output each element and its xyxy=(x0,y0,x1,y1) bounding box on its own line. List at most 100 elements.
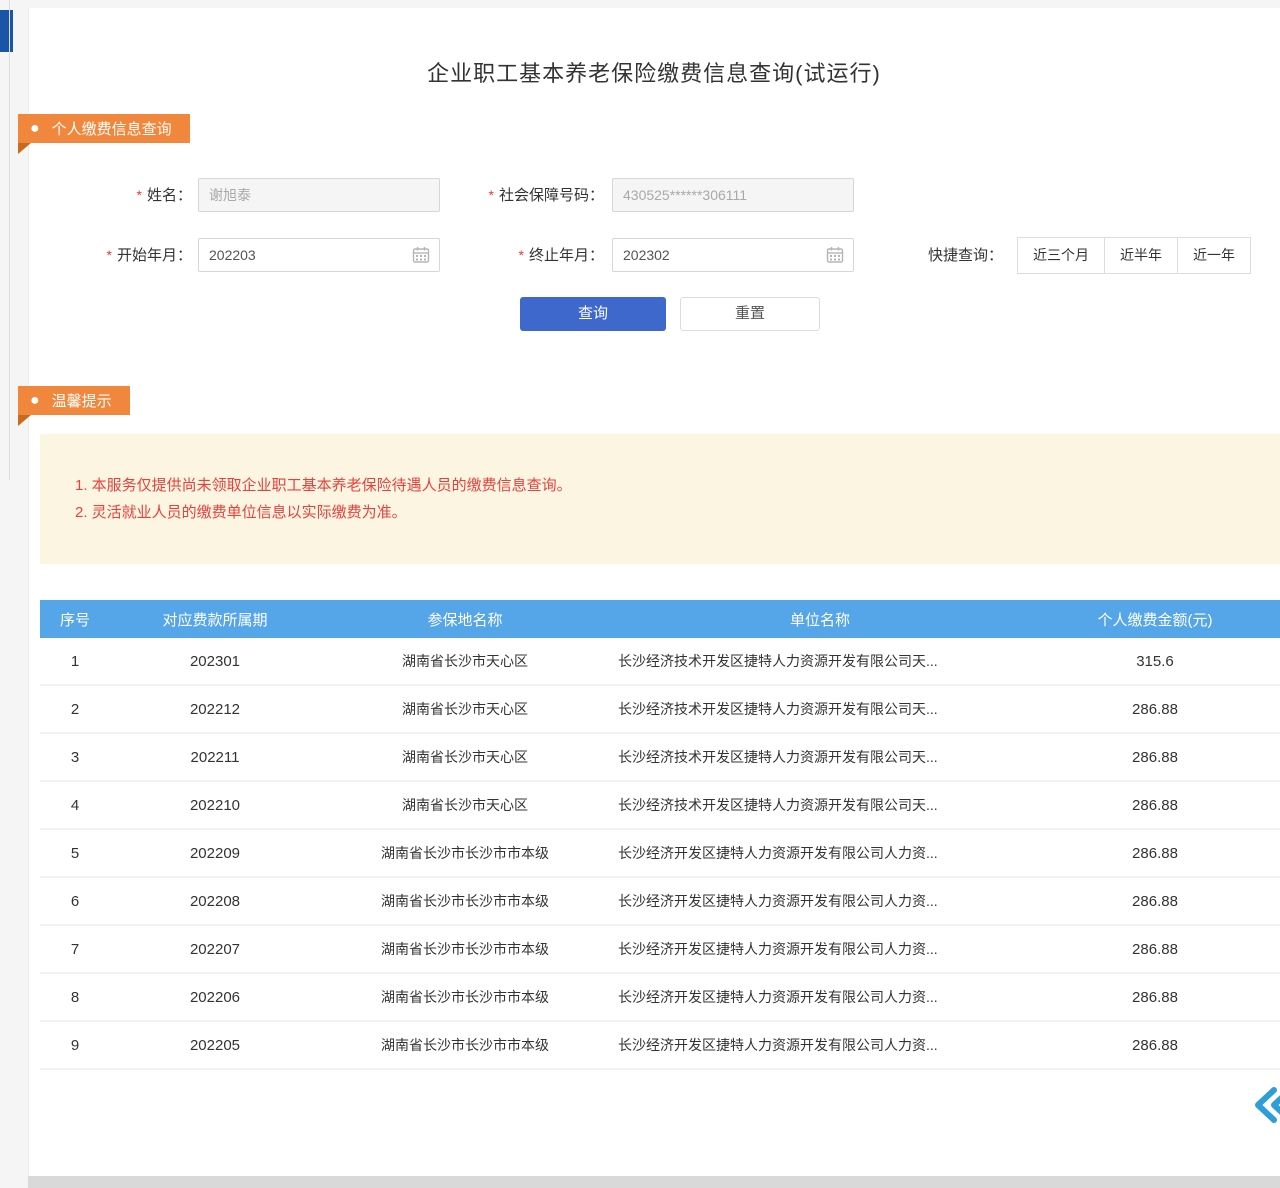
notice-line: 2. 灵活就业人员的缴费单位信息以实际缴费为准。 xyxy=(75,499,1280,526)
table-cell: 长沙经济技术开发区捷特人力资源开发有限公司天... xyxy=(610,747,1030,767)
table-cell: 286.88 xyxy=(1030,749,1280,766)
header-cell: 对应费款所属期 xyxy=(110,609,320,630)
required-asterisk: * xyxy=(107,247,112,263)
ribbon-fold xyxy=(18,415,31,426)
quick-range-button[interactable]: 近三个月 xyxy=(1017,237,1105,274)
notice-line: 1. 本服务仅提供尚未领取企业职工基本养老保险待遇人员的缴费信息查询。 xyxy=(75,472,1280,499)
table-cell: 202205 xyxy=(110,1037,320,1054)
quick-query-group: 近三个月近半年近一年 xyxy=(1018,237,1251,274)
required-asterisk: * xyxy=(137,187,142,203)
section-label: 温馨提示 xyxy=(52,390,112,411)
page: 企业职工基本养老保险缴费信息查询(试运行) ● 个人缴费信息查询 *姓名： *社… xyxy=(0,0,1280,1188)
table-cell: 286.88 xyxy=(1030,797,1280,814)
page-title: 企业职工基本养老保险缴费信息查询(试运行) xyxy=(28,56,1280,88)
double-chevron-left-icon[interactable] xyxy=(1252,1086,1280,1124)
table-cell: 202301 xyxy=(110,653,320,670)
table-cell: 湖南省长沙市长沙市市本级 xyxy=(320,891,610,911)
table-row: 9202205湖南省长沙市长沙市市本级长沙经济开发区捷特人力资源开发有限公司人力… xyxy=(40,1022,1280,1070)
table-cell: 长沙经济开发区捷特人力资源开发有限公司人力资... xyxy=(610,891,1030,911)
end-month-field[interactable] xyxy=(612,238,854,272)
footer-strip xyxy=(28,1176,1280,1188)
table-cell: 湖南省长沙市天心区 xyxy=(320,747,610,767)
table-cell: 长沙经济开发区捷特人力资源开发有限公司人力资... xyxy=(610,987,1030,1007)
table-cell: 202208 xyxy=(110,893,320,910)
table-row: 4202210湖南省长沙市天心区长沙经济技术开发区捷特人力资源开发有限公司天..… xyxy=(40,782,1280,830)
bullet-icon: ● xyxy=(30,393,40,409)
name-field[interactable] xyxy=(198,178,440,212)
table-cell: 286.88 xyxy=(1030,701,1280,718)
table-cell: 长沙经济开发区捷特人力资源开发有限公司人力资... xyxy=(610,843,1030,863)
table-row: 8202206湖南省长沙市长沙市市本级长沙经济开发区捷特人力资源开发有限公司人力… xyxy=(40,974,1280,1022)
table-cell: 湖南省长沙市长沙市市本级 xyxy=(320,1035,610,1055)
table-row: 5202209湖南省长沙市长沙市市本级长沙经济开发区捷特人力资源开发有限公司人力… xyxy=(40,830,1280,878)
table-cell: 3 xyxy=(40,749,110,766)
query-button[interactable]: 查询 xyxy=(520,297,666,331)
table-cell: 286.88 xyxy=(1030,989,1280,1006)
table-row: 3202211湖南省长沙市天心区长沙经济技术开发区捷特人力资源开发有限公司天..… xyxy=(40,734,1280,782)
table-cell: 202211 xyxy=(110,749,320,766)
table-cell: 286.88 xyxy=(1030,845,1280,862)
table-cell: 长沙经济技术开发区捷特人力资源开发有限公司天... xyxy=(610,651,1030,671)
end-month-label: *终止年月： xyxy=(492,238,604,273)
name-label: *姓名： xyxy=(88,178,192,213)
table-cell: 9 xyxy=(40,1037,110,1054)
table-cell: 286.88 xyxy=(1030,941,1280,958)
section-header-tips: ● 温馨提示 xyxy=(18,386,130,415)
table-row: 1202301湖南省长沙市天心区长沙经济技术开发区捷特人力资源开发有限公司天..… xyxy=(40,638,1280,686)
table-cell: 202207 xyxy=(110,941,320,958)
table-cell: 长沙经济技术开发区捷特人力资源开发有限公司天... xyxy=(610,795,1030,815)
bullet-icon: ● xyxy=(30,121,40,137)
left-corner-accent xyxy=(0,10,13,52)
table-cell: 长沙经济开发区捷特人力资源开发有限公司人力资... xyxy=(610,939,1030,959)
section-label: 个人缴费信息查询 xyxy=(52,118,172,139)
quick-range-button[interactable]: 近一年 xyxy=(1177,237,1251,274)
quick-range-button[interactable]: 近半年 xyxy=(1104,237,1178,274)
table-row: 6202208湖南省长沙市长沙市市本级长沙经济开发区捷特人力资源开发有限公司人力… xyxy=(40,878,1280,926)
table-cell: 286.88 xyxy=(1030,893,1280,910)
table-cell: 湖南省长沙市长沙市市本级 xyxy=(320,843,610,863)
ssn-field[interactable] xyxy=(612,178,854,212)
table-cell: 4 xyxy=(40,797,110,814)
required-asterisk: * xyxy=(519,247,524,263)
section-header-personal-query: ● 个人缴费信息查询 xyxy=(18,114,190,143)
calendar-icon[interactable] xyxy=(412,246,430,264)
results-table: 序号对应费款所属期参保地名称单位名称个人缴费金额(元) 1202301湖南省长沙… xyxy=(40,600,1280,1070)
table-cell: 长沙经济开发区捷特人力资源开发有限公司人力资... xyxy=(610,1035,1030,1055)
table-cell: 315.6 xyxy=(1030,653,1280,670)
table-cell: 2 xyxy=(40,701,110,718)
quick-query-label: 快捷查询： xyxy=(928,238,1003,274)
results-table-body: 1202301湖南省长沙市天心区长沙经济技术开发区捷特人力资源开发有限公司天..… xyxy=(40,638,1280,1070)
ssn-label: *社会保障号码： xyxy=(448,178,604,213)
table-cell: 湖南省长沙市天心区 xyxy=(320,795,610,815)
table-cell: 8 xyxy=(40,989,110,1006)
collapsed-sidebar-edge xyxy=(9,0,10,480)
header-cell: 序号 xyxy=(40,609,110,630)
start-month-field[interactable] xyxy=(198,238,440,272)
notice-box: 1. 本服务仅提供尚未领取企业职工基本养老保险待遇人员的缴费信息查询。2. 灵活… xyxy=(40,434,1280,564)
table-cell: 湖南省长沙市长沙市市本级 xyxy=(320,939,610,959)
table-cell: 5 xyxy=(40,845,110,862)
table-row: 7202207湖南省长沙市长沙市市本级长沙经济开发区捷特人力资源开发有限公司人力… xyxy=(40,926,1280,974)
table-cell: 202206 xyxy=(110,989,320,1006)
table-cell: 202209 xyxy=(110,845,320,862)
table-cell: 湖南省长沙市天心区 xyxy=(320,699,610,719)
ribbon-fold xyxy=(18,143,31,154)
table-cell: 长沙经济技术开发区捷特人力资源开发有限公司天... xyxy=(610,699,1030,719)
table-cell: 7 xyxy=(40,941,110,958)
table-cell: 202210 xyxy=(110,797,320,814)
table-cell: 202212 xyxy=(110,701,320,718)
table-cell: 6 xyxy=(40,893,110,910)
start-month-label: *开始年月： xyxy=(80,238,192,273)
header-cell: 参保地名称 xyxy=(320,609,610,630)
header-cell: 个人缴费金额(元) xyxy=(1030,609,1280,630)
calendar-icon[interactable] xyxy=(826,246,844,264)
table-cell: 湖南省长沙市天心区 xyxy=(320,651,610,671)
table-cell: 1 xyxy=(40,653,110,670)
table-cell: 湖南省长沙市长沙市市本级 xyxy=(320,987,610,1007)
reset-button[interactable]: 重置 xyxy=(680,297,820,331)
table-row: 2202212湖南省长沙市天心区长沙经济技术开发区捷特人力资源开发有限公司天..… xyxy=(40,686,1280,734)
results-table-header: 序号对应费款所属期参保地名称单位名称个人缴费金额(元) xyxy=(40,600,1280,638)
header-cell: 单位名称 xyxy=(610,609,1030,630)
table-cell: 286.88 xyxy=(1030,1037,1280,1054)
required-asterisk: * xyxy=(489,187,494,203)
